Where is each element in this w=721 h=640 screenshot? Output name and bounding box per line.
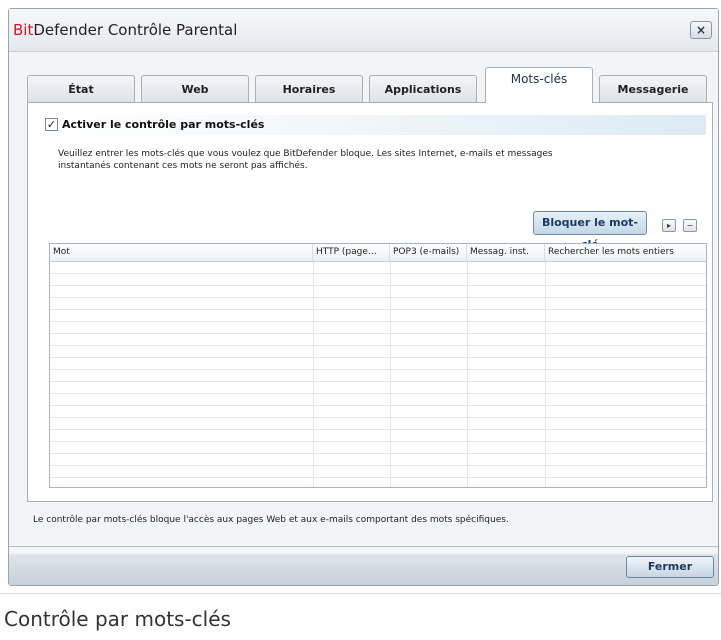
table-row[interactable] (50, 262, 706, 274)
title-brand: Bit (13, 21, 34, 39)
close-icon[interactable]: × (690, 21, 712, 39)
table-row[interactable] (50, 298, 706, 310)
keywords-table: Mot HTTP (page… POP3 (e-mails) Messag. i… (49, 243, 707, 488)
table-body (50, 262, 706, 487)
enable-keywords-checkbox[interactable]: ✓ (45, 118, 58, 131)
footer-divider (9, 546, 718, 547)
title-bar: BitDefender Contrôle Parental × (9, 9, 718, 52)
column-header-http[interactable]: HTTP (page… (313, 244, 390, 261)
caption-divider (0, 593, 721, 594)
block-keyword-button[interactable]: Bloquer le mot-clé (533, 211, 647, 251)
figure-caption: Contrôle par mots-clés (4, 607, 231, 631)
table-row[interactable] (50, 418, 706, 430)
play-icon[interactable]: ▸ (662, 219, 676, 232)
table-row[interactable] (50, 406, 706, 418)
tab-web[interactable]: Web (141, 75, 249, 103)
table-row[interactable] (50, 382, 706, 394)
enable-keywords-label: Activer le contrôle par mots-clés (62, 118, 265, 131)
table-row[interactable] (50, 346, 706, 358)
tab-etat[interactable]: État (27, 75, 135, 103)
close-button[interactable]: Fermer (626, 556, 714, 578)
parental-control-window: BitDefender Contrôle Parental × État Web… (8, 8, 719, 586)
keywords-panel: ✓ Activer le contrôle par mots-clés Veui… (27, 102, 713, 502)
column-header-messaging[interactable]: Messag. inst. (467, 244, 545, 261)
table-row[interactable] (50, 430, 706, 442)
bottom-bar: Fermer (9, 554, 718, 585)
table-row[interactable] (50, 274, 706, 286)
description-text: Veuillez entrer les mots-clés que vous v… (58, 148, 618, 172)
description-line-1: Veuillez entrer les mots-clés que vous v… (58, 149, 553, 159)
tab-horaires[interactable]: Horaires (255, 75, 363, 103)
table-header: Mot HTTP (page… POP3 (e-mails) Messag. i… (50, 244, 706, 262)
window-title: BitDefender Contrôle Parental (13, 21, 237, 39)
description-line-2: instantanés contenant ces mots ne seront… (58, 161, 308, 171)
column-header-pop3[interactable]: POP3 (e-mails) (390, 244, 467, 261)
table-row[interactable] (50, 286, 706, 298)
tab-mots-cles[interactable]: Mots-clés (485, 67, 593, 103)
table-row[interactable] (50, 334, 706, 346)
table-row[interactable] (50, 394, 706, 406)
column-header-mot[interactable]: Mot (50, 244, 313, 261)
check-icon: ✓ (46, 118, 57, 131)
table-row[interactable] (50, 454, 706, 466)
footer-info-text: Le contrôle par mots-clés bloque l'accès… (33, 515, 509, 525)
table-row[interactable] (50, 322, 706, 334)
tab-applications[interactable]: Applications (369, 75, 477, 103)
table-row[interactable] (50, 370, 706, 382)
table-row[interactable] (50, 466, 706, 478)
title-text: Defender Contrôle Parental (33, 21, 238, 39)
table-row[interactable] (50, 442, 706, 454)
table-row[interactable] (50, 310, 706, 322)
tab-messagerie[interactable]: Messagerie (599, 75, 707, 103)
enable-keywords-row: ✓ Activer le contrôle par mots-clés (43, 115, 706, 135)
column-header-whole-words[interactable]: Rechercher les mots entiers (545, 244, 706, 261)
tab-bar: État Web Horaires Applications Mots-clés… (27, 67, 717, 103)
minus-icon[interactable]: − (683, 219, 697, 232)
table-row[interactable] (50, 358, 706, 370)
